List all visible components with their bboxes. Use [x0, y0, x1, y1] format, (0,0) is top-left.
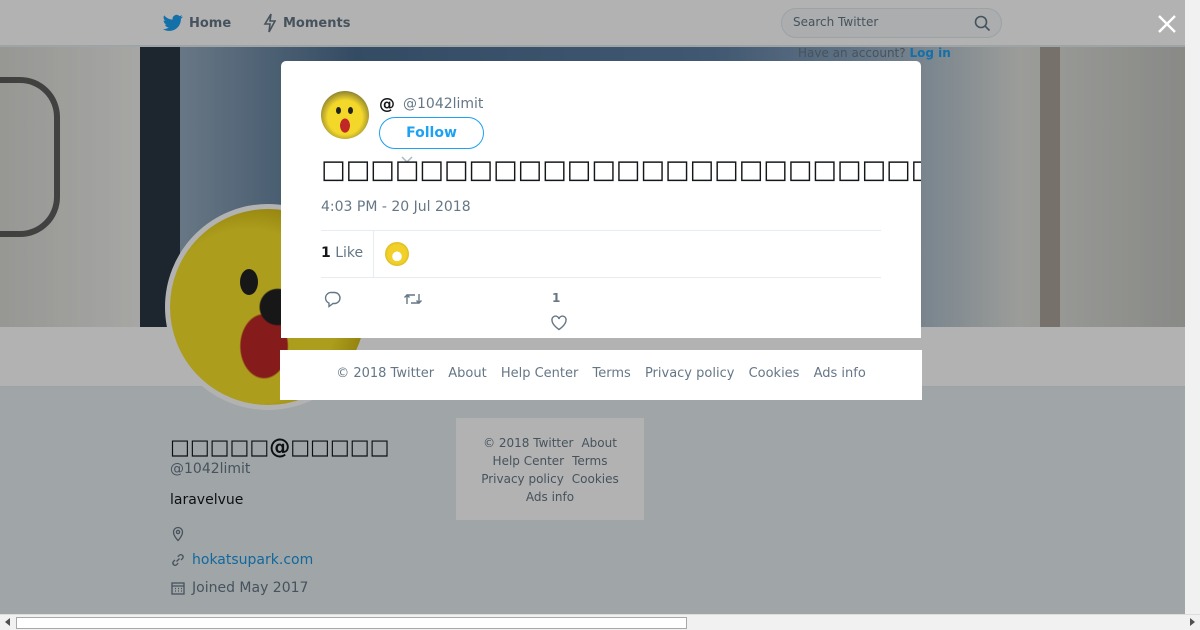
- stats-divider: [373, 231, 374, 277]
- scroll-left-arrow[interactable]: [5, 618, 10, 626]
- footer-cookies[interactable]: Cookies: [749, 366, 800, 381]
- reply-icon[interactable]: [324, 290, 342, 308]
- vertical-scrollbar[interactable]: [1185, 0, 1200, 614]
- footer-about[interactable]: About: [448, 366, 486, 381]
- like-action-count: 1: [552, 291, 561, 305]
- footer-help-center[interactable]: Help Center: [501, 366, 579, 381]
- footer-ads-info[interactable]: Ads info: [814, 366, 866, 381]
- tweet-author-name[interactable]: @: [379, 94, 395, 113]
- footer-copyright: © 2018 Twitter: [336, 366, 435, 381]
- tweet-author-avatar[interactable]: [321, 91, 369, 139]
- scroll-right-arrow[interactable]: [1190, 618, 1195, 626]
- retweet-icon[interactable]: [403, 290, 423, 308]
- heart-icon[interactable]: [550, 314, 568, 332]
- tweet-timestamp[interactable]: 4:03 PM - 20 Jul 2018: [321, 199, 471, 215]
- horizontal-scroll-thumb[interactable]: [16, 617, 687, 629]
- tweet-text: □□□□□□□□□□□□□□□□□□□□□□□□□□□□□□□□□□□□□□□□…: [321, 155, 921, 185]
- footer-privacy[interactable]: Privacy policy: [645, 366, 734, 381]
- follow-button[interactable]: Follow: [379, 117, 484, 149]
- modal-footer: © 2018 Twitter About Help Center Terms P…: [280, 350, 922, 400]
- likes-count-number: 1: [321, 245, 331, 261]
- tweet-author-handle[interactable]: @1042limit: [403, 96, 483, 112]
- likes-count[interactable]: 1 Like: [321, 245, 363, 261]
- close-icon[interactable]: [1155, 12, 1179, 36]
- tweet-stats: 1 Like: [321, 230, 881, 278]
- footer-terms[interactable]: Terms: [593, 366, 631, 381]
- tweet-modal: @ @1042limit Follow □□□□□□□□□□□□□□□□□□□□…: [281, 61, 921, 338]
- horizontal-scrollbar[interactable]: [0, 614, 1200, 630]
- likes-count-label: Like: [335, 245, 364, 261]
- liker-avatar[interactable]: [385, 242, 409, 266]
- tweet-actions: 1: [321, 286, 881, 336]
